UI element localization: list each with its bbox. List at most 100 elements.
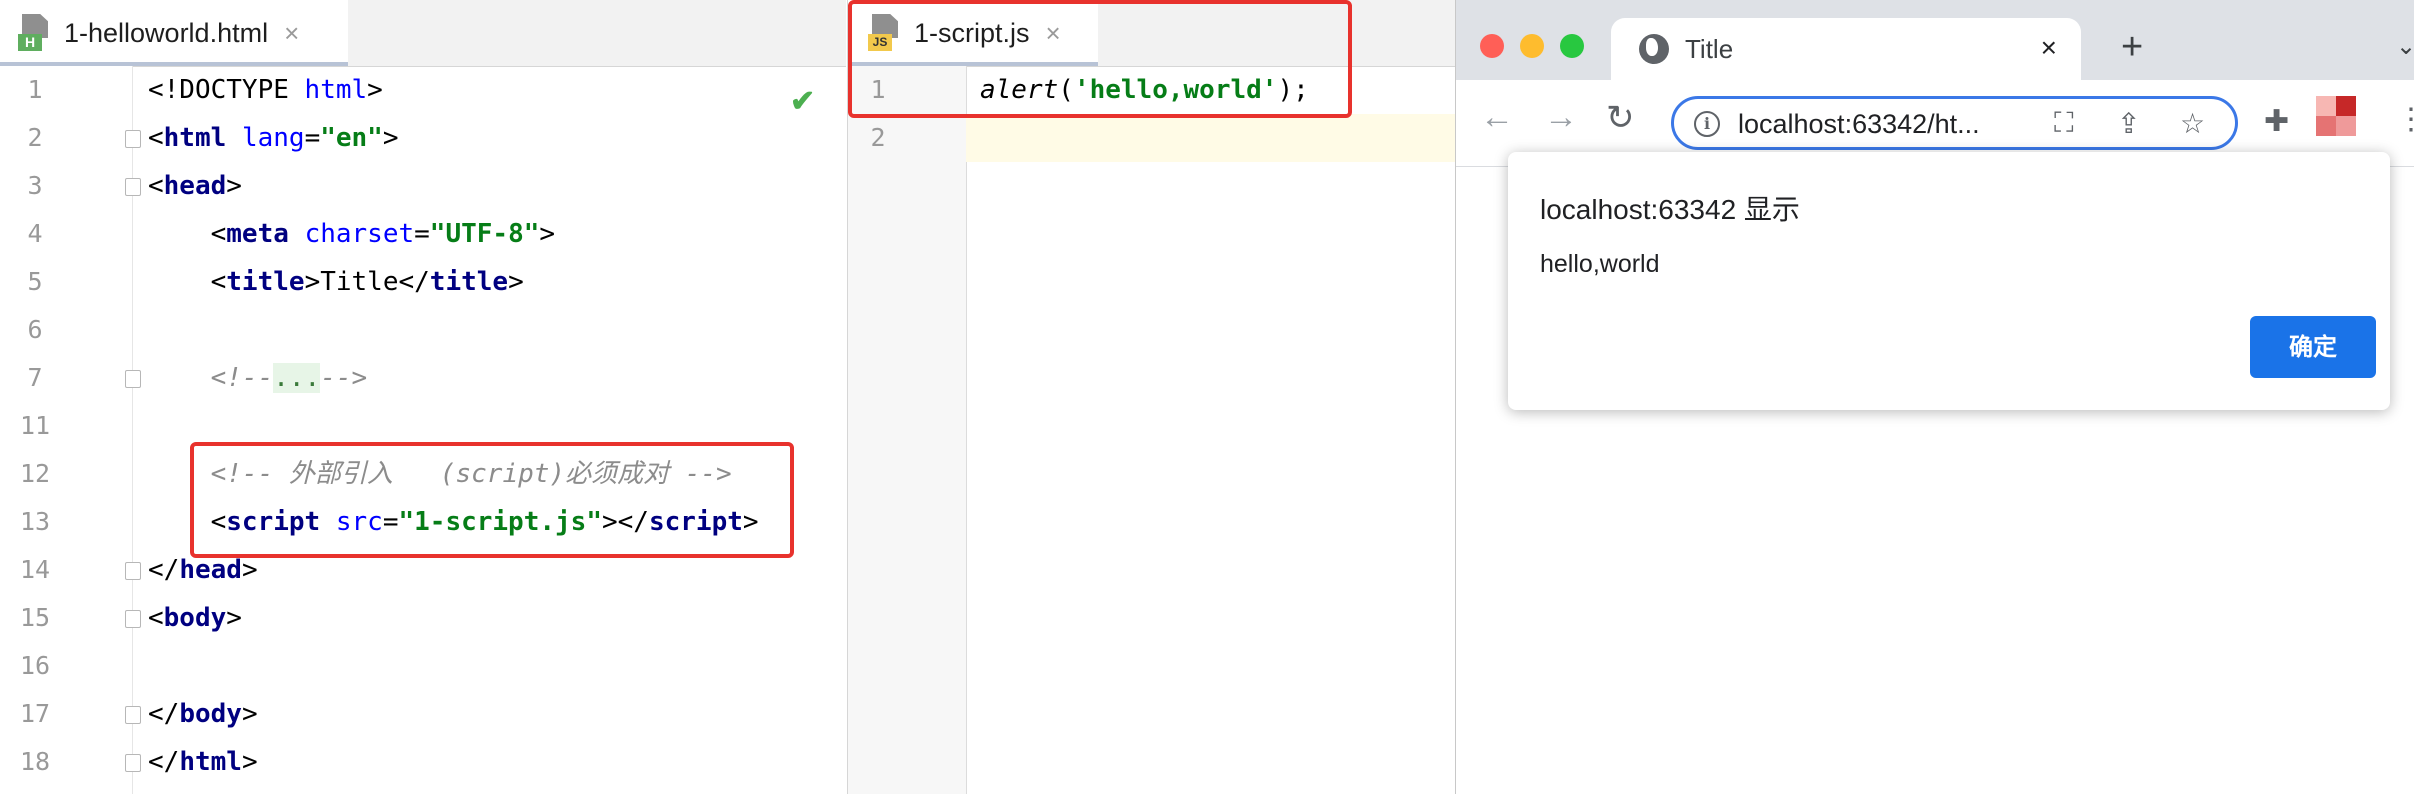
minimize-window-button[interactable] [1520, 34, 1544, 58]
close-icon[interactable]: × [284, 18, 299, 49]
code-line[interactable]: </html> [148, 738, 258, 786]
ok-button[interactable]: 确定 [2250, 316, 2376, 378]
code-line[interactable]: <meta charset="UTF-8"> [148, 210, 555, 258]
highlight-box-script-tag [190, 442, 794, 558]
code-token: > [382, 123, 399, 153]
code-token: html [179, 747, 242, 777]
code-token: body [163, 603, 227, 633]
dialog-title: localhost:63342 显示 [1540, 194, 1800, 225]
code-token: > [226, 603, 242, 633]
menu-kebab-icon[interactable]: ⋮ [2396, 102, 2414, 137]
code-token: meta [226, 219, 289, 249]
info-icon[interactable]: i [1694, 111, 1720, 137]
fold-marker-icon[interactable] [125, 706, 141, 724]
line-number: 4 [27, 219, 43, 248]
line-number: 17 [19, 699, 51, 728]
globe-icon [1639, 34, 1669, 64]
code-token: head [163, 171, 227, 201]
translate-icon[interactable]: ⛶ [2054, 107, 2074, 140]
fold-marker-icon[interactable] [125, 754, 141, 772]
code-token: "UTF-8" [429, 219, 540, 249]
url-text[interactable]: localhost:63342/ht... [1738, 109, 1980, 140]
code-token: html [304, 75, 368, 105]
code-token: </ [148, 747, 180, 777]
forward-arrow-icon[interactable]: → [1544, 98, 1578, 137]
tab-label: 1-helloworld.html [64, 17, 269, 48]
code-token: title [429, 267, 509, 297]
browser-tab-title: Title [1685, 33, 1734, 64]
highlight-box-js-file [848, 0, 1352, 118]
code-token: head [179, 555, 242, 585]
code-token: <!-- [148, 363, 274, 393]
code-line[interactable]: <!--...--> [148, 354, 367, 402]
extensions-puzzle-icon[interactable]: ✚ [2264, 104, 2289, 139]
code-token: = [304, 123, 321, 153]
code-line[interactable]: <!DOCTYPE html> [148, 66, 383, 114]
code-token: > [241, 747, 258, 777]
back-arrow-icon[interactable]: ← [1480, 98, 1514, 137]
browser-window: Title × + ⌄ ← → ↻ i localhost:63342/ht..… [1455, 0, 2414, 794]
code-token: lang [241, 123, 305, 153]
fold-marker-icon[interactable] [125, 130, 141, 148]
code-token: --> [320, 363, 368, 393]
fold-marker-icon[interactable] [125, 562, 141, 580]
code-token: < [148, 603, 164, 633]
code-token: ... [273, 363, 321, 393]
code-token: >Title</ [304, 267, 430, 297]
code-line[interactable]: <title>Title</title> [148, 258, 524, 306]
dialog-message: hello,world [1540, 250, 1660, 278]
profile-avatar[interactable] [2316, 96, 2356, 136]
code-token: </ [148, 555, 180, 585]
code-token: > [241, 555, 258, 585]
code-token: < [148, 267, 227, 297]
bookmark-star-icon[interactable]: ☆ [2180, 107, 2205, 140]
js-editor-pane: JS 1-script.js × 1 alert('hello,world'); 2 [847, 0, 1456, 794]
code-token: = [414, 219, 430, 249]
fold-marker-icon[interactable] [125, 178, 141, 196]
line-number: 3 [27, 171, 43, 200]
code-area[interactable]: 1 alert('hello,world'); 2 [848, 66, 1456, 794]
html-file-icon: H [16, 14, 54, 52]
tab-search-icon[interactable]: ⌄ [2396, 32, 2414, 61]
code-token: > [539, 219, 556, 249]
line-number: 16 [19, 651, 51, 680]
code-token: < [148, 171, 164, 201]
share-icon[interactable]: ⇪ [2117, 107, 2140, 140]
code-token: <!DOCTYPE [148, 75, 305, 105]
line-number: 5 [27, 267, 43, 296]
line-number: 14 [19, 555, 51, 584]
code-area[interactable]: 1 <!DOCTYPE html> 2 <html lang="en"> 3 <head>… [0, 66, 846, 794]
line-number: 15 [19, 603, 51, 632]
line-number: 6 [27, 315, 43, 344]
new-tab-button[interactable]: + [2121, 26, 2143, 69]
line-number: 2 [870, 123, 886, 152]
reload-icon[interactable]: ↻ [1606, 98, 1635, 138]
browser-title-bar: Title × + ⌄ [1456, 0, 2414, 80]
line-number: 11 [19, 411, 51, 440]
code-line[interactable]: </body> [148, 690, 258, 738]
tab-helloworld-html[interactable]: H 1-helloworld.html × [0, 0, 348, 66]
fold-marker-icon[interactable] [125, 370, 141, 388]
code-token: > [226, 171, 242, 201]
code-token: </ [148, 699, 180, 729]
code-line[interactable]: <body> [148, 594, 242, 642]
browser-tab[interactable]: Title × [1611, 18, 2081, 80]
fold-marker-icon[interactable] [125, 610, 141, 628]
editor-tab-bar: H 1-helloworld.html × [0, 0, 846, 67]
line-number: 2 [27, 123, 43, 152]
close-icon[interactable]: × [2041, 32, 2057, 64]
address-bar[interactable]: i localhost:63342/ht... ⛶ ⇪ ☆ [1671, 96, 2238, 150]
code-line[interactable]: <html lang="en"> [148, 114, 399, 162]
line-number: 7 [27, 363, 43, 392]
line-number: 12 [19, 459, 51, 488]
line-number: 13 [19, 507, 51, 536]
code-line[interactable]: <head> [148, 162, 242, 210]
close-window-button[interactable] [1480, 34, 1504, 58]
code-token: > [241, 699, 258, 729]
line-number: 1 [27, 75, 43, 104]
maximize-window-button[interactable] [1560, 34, 1584, 58]
code-token: > [508, 267, 524, 297]
check-icon: ✔ [790, 85, 816, 118]
